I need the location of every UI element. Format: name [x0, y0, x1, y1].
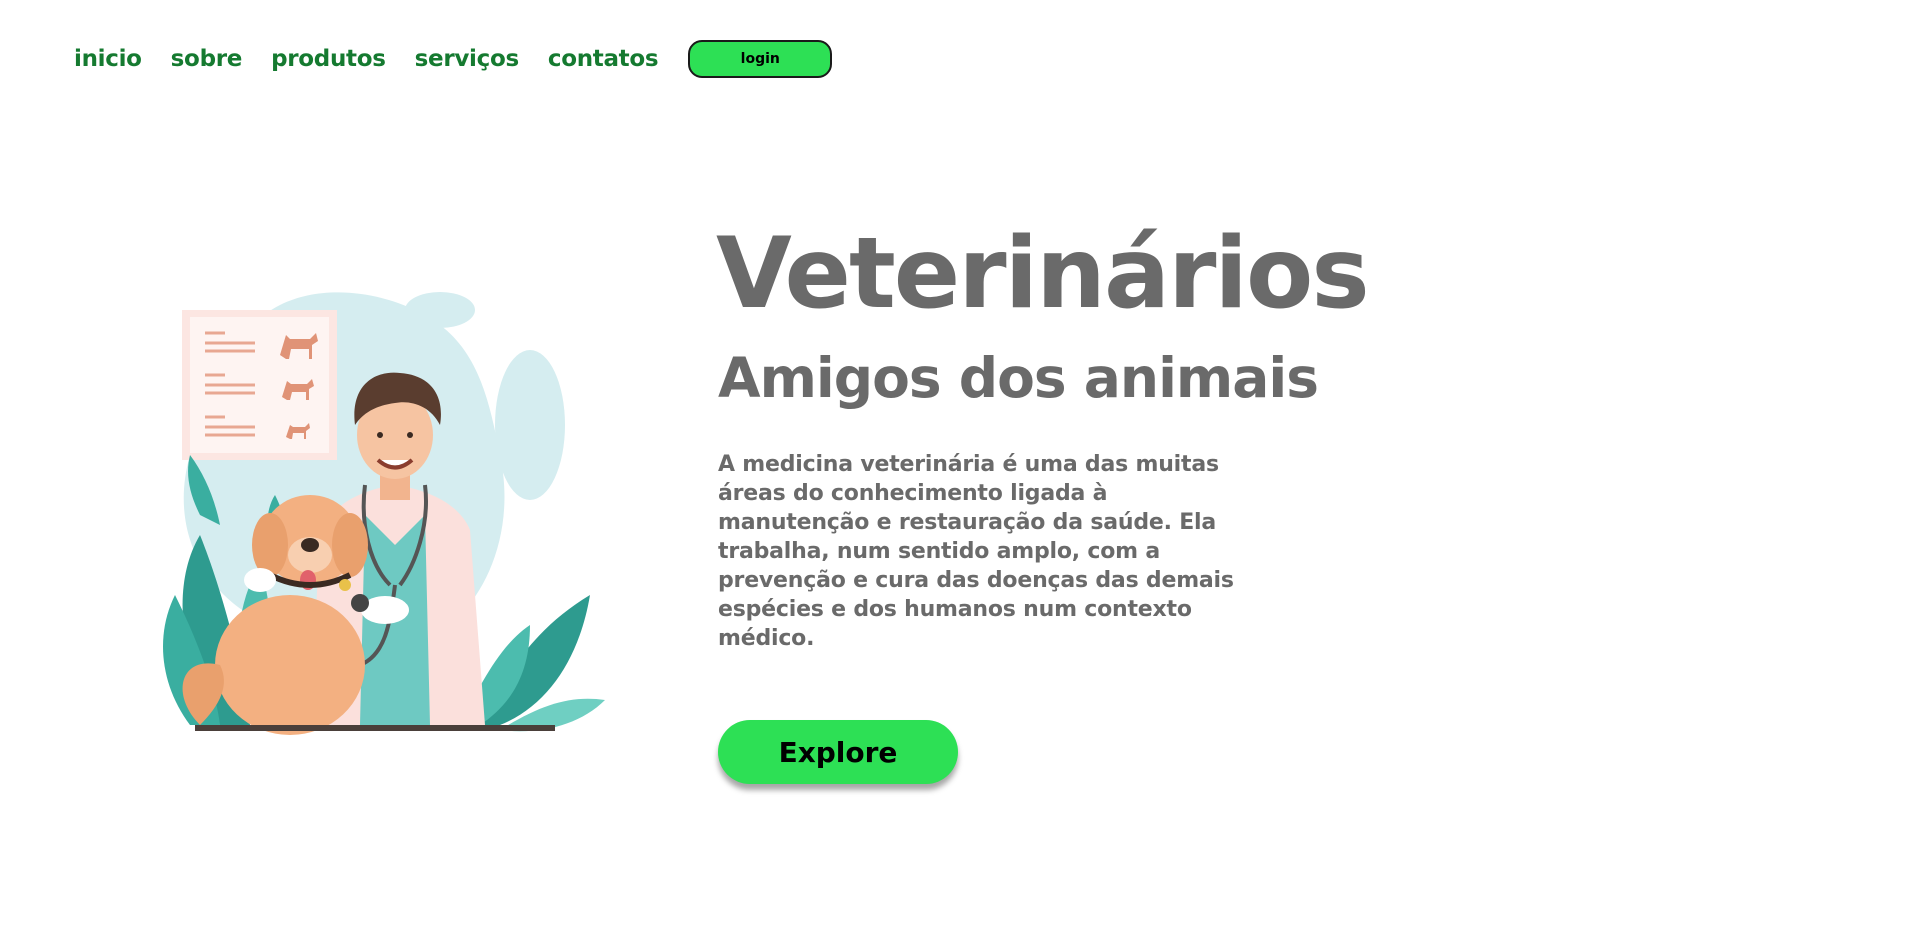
- background-blob-small: [405, 292, 475, 328]
- hero-title: Veterinários: [716, 217, 1370, 331]
- dog-nose: [301, 538, 319, 552]
- nav-link-produtos[interactable]: produtos: [271, 46, 386, 72]
- explore-button[interactable]: Explore: [718, 720, 958, 784]
- floor-line: [195, 725, 555, 731]
- page: inicio sobre produtos serviços contatos …: [0, 0, 1918, 942]
- top-nav: inicio sobre produtos serviços contatos …: [74, 40, 833, 78]
- veterinarian-with-dog-illustration: [163, 292, 605, 735]
- login-button[interactable]: login: [688, 40, 833, 78]
- vet-glove: [244, 568, 276, 592]
- hero-subtitle: Amigos dos animais: [718, 346, 1319, 410]
- dog-body: [215, 595, 365, 735]
- hero-description: A medicina veterinária é uma das muitas …: [718, 452, 1234, 651]
- background-blob-right: [495, 350, 565, 500]
- nav-link-servicos[interactable]: serviços: [415, 46, 520, 72]
- nav-link-contatos[interactable]: contatos: [548, 46, 659, 72]
- nav-link-inicio[interactable]: inicio: [74, 46, 142, 72]
- nav-link-sobre[interactable]: sobre: [171, 46, 243, 72]
